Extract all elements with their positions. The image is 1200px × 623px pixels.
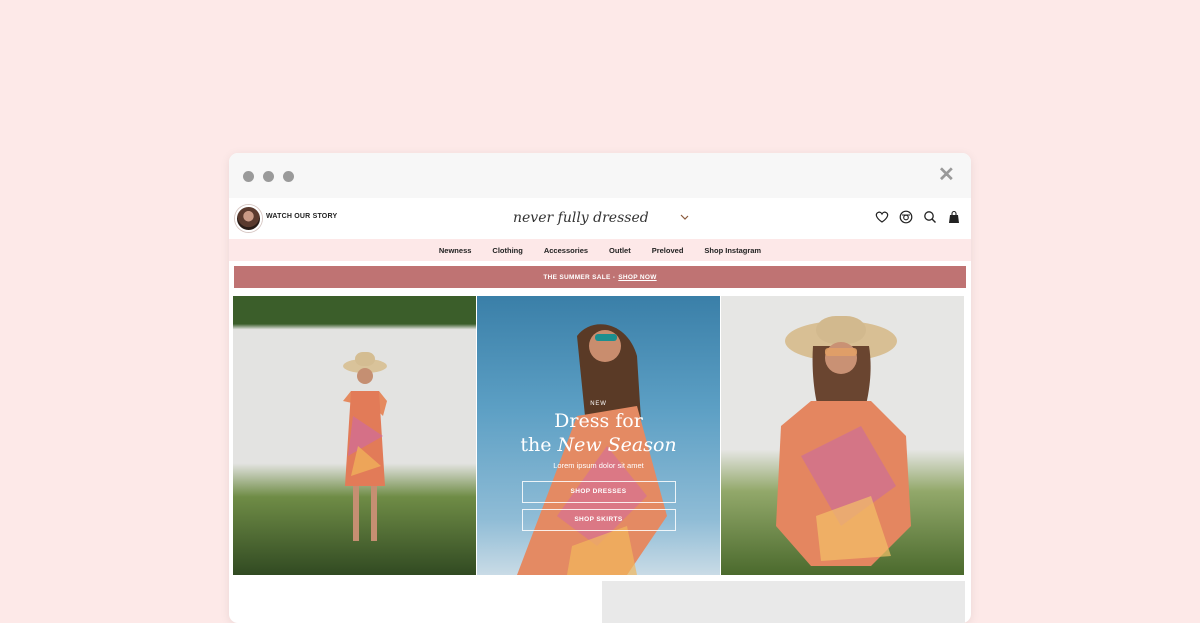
nav-item-preloved[interactable]: Preloved: [652, 246, 684, 255]
nav-item-newness[interactable]: Newness: [439, 246, 472, 255]
nav-item-shop-instagram[interactable]: Shop Instagram: [704, 246, 761, 255]
hero-image-left[interactable]: [233, 296, 476, 575]
next-section-preview: [602, 581, 965, 623]
hero-kicker: NEW: [590, 401, 607, 407]
close-icon[interactable]: ✕: [938, 165, 955, 185]
model-figure: [343, 352, 387, 541]
hero-title-line2-italic: New Season: [557, 434, 677, 456]
shop-skirts-button[interactable]: SHOP SKIRTS: [521, 509, 676, 531]
bag-icon[interactable]: [947, 210, 961, 224]
window-dot-icon[interactable]: [263, 171, 274, 182]
hero-title: Dress for the New Season: [477, 409, 720, 457]
instagram-icon[interactable]: [899, 210, 913, 224]
hero-image-center: NEW Dress for the New Season Lorem ipsum…: [477, 296, 720, 575]
nav-item-accessories[interactable]: Accessories: [544, 246, 588, 255]
main-nav: Newness Clothing Accessories Outlet Prel…: [229, 239, 971, 261]
search-icon[interactable]: [923, 210, 937, 224]
nav-item-clothing[interactable]: Clothing: [492, 246, 522, 255]
hero-overlay: NEW Dress for the New Season Lorem ipsum…: [477, 401, 720, 531]
watch-story-link[interactable]: WATCH OUR STORY: [266, 213, 337, 220]
hero-section: NEW Dress for the New Season Lorem ipsum…: [233, 296, 965, 575]
logo-text: never fully dressed: [513, 210, 649, 226]
hero-image-right[interactable]: [721, 296, 964, 575]
hero-subtitle: Lorem ipsum dolor sit amet: [553, 461, 644, 470]
brand-logo[interactable]: never fully dressed: [511, 205, 691, 231]
header-icons: [875, 210, 961, 224]
nav-item-outlet[interactable]: Outlet: [609, 246, 631, 255]
promo-banner: THE SUMMER SALE - SHOP NOW: [234, 266, 966, 288]
window-dot-icon[interactable]: [243, 171, 254, 182]
hero-title-line1: Dress for: [554, 410, 643, 432]
window-dot-icon[interactable]: [283, 171, 294, 182]
model-figure: [776, 316, 911, 566]
browser-window: ✕ WATCH OUR STORY never fully dressed Ne…: [229, 153, 971, 623]
hero-title-line2: the New Season: [477, 433, 720, 457]
avatar[interactable]: [235, 205, 262, 232]
shop-dresses-button[interactable]: SHOP DRESSES: [521, 481, 676, 503]
promo-text: THE SUMMER SALE -: [543, 273, 616, 281]
hero-title-line2-plain: the: [520, 434, 558, 456]
title-bar: ✕: [229, 153, 971, 198]
heart-icon[interactable]: [875, 210, 889, 224]
site-header: WATCH OUR STORY never fully dressed: [229, 198, 971, 239]
promo-shop-now-link[interactable]: SHOP NOW: [618, 274, 656, 281]
